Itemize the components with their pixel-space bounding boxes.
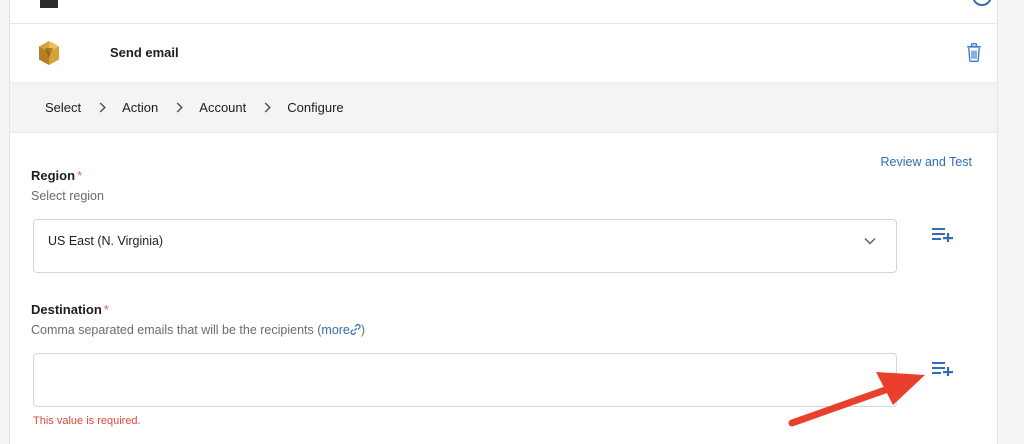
insert-data-icon[interactable] [932,360,954,376]
insert-data-icon[interactable] [932,226,954,242]
breadcrumb-action[interactable]: Action [122,100,158,115]
breadcrumb: Select Action Account Configure [10,82,997,133]
destination-help-text: Comma separated emails that will be the … [31,323,365,337]
required-marker: * [103,302,109,317]
breadcrumb-configure[interactable]: Configure [287,100,343,115]
chevron-right-icon [99,102,107,113]
destination-input[interactable] [33,353,897,407]
step-header[interactable]: Send email [10,25,997,82]
step-status-circle-icon[interactable] [972,0,992,6]
destination-help-suffix: ) [360,323,366,337]
destination-error-message: This value is required. [33,415,141,427]
step-title: Send email [110,45,179,60]
workflow-step-card: Send email Select Action Account Configu… [9,0,998,444]
review-and-test-link[interactable]: Review and Test [881,155,973,169]
region-label-text: Region [31,168,76,183]
chevron-right-icon [264,102,272,113]
destination-help-prefix: Comma separated emails that will be the … [31,323,322,337]
region-select-value: US East (N. Virginia) [48,234,164,248]
region-select[interactable]: US East (N. Virginia) [33,219,897,273]
previous-step-strip [10,0,997,24]
chevron-right-icon [176,102,184,113]
app-logo-icon [40,0,58,8]
amazon-ses-icon [39,41,59,65]
link-icon [350,323,361,336]
more-link[interactable]: more [321,323,361,337]
chevron-down-icon [864,237,876,245]
region-help-text: Select region [31,189,104,203]
region-label: Region * [31,168,82,183]
more-link-label: more [321,323,350,337]
trash-icon[interactable] [966,43,982,62]
destination-label-text: Destination [31,302,102,317]
destination-label: Destination * [31,302,109,317]
required-marker: * [77,168,83,183]
breadcrumb-account[interactable]: Account [199,100,246,115]
breadcrumb-select[interactable]: Select [45,100,81,115]
